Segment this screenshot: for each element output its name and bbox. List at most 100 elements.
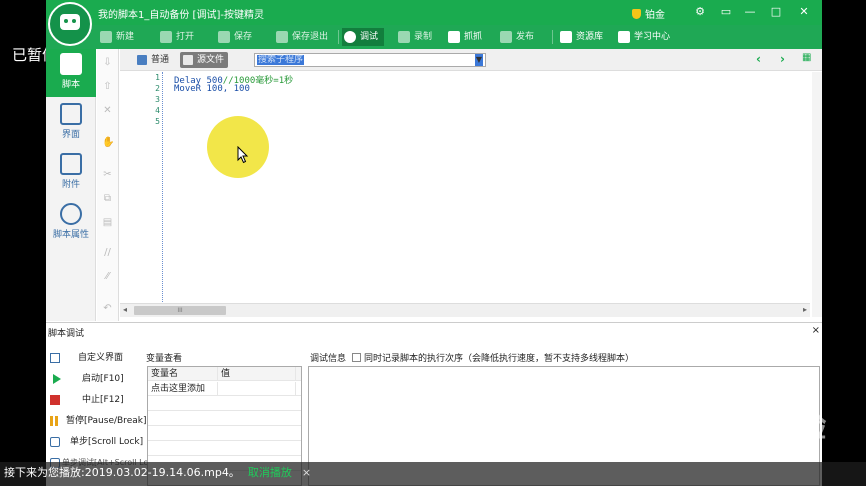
publish-button[interactable]: 发布 xyxy=(498,28,534,46)
subroutine-select[interactable]: 搜索子程序 ▼ xyxy=(254,53,486,67)
shield-icon xyxy=(632,9,641,19)
library-button[interactable]: 资源库 xyxy=(558,28,603,46)
toolbar-divider xyxy=(338,30,339,44)
record-order-checkbox[interactable] xyxy=(352,353,362,362)
chevron-down-icon: ▼ xyxy=(474,54,483,66)
normal-mode-tab[interactable]: 普通 xyxy=(134,52,173,68)
left-nav: 脚本 界面 附件 脚本属性 xyxy=(46,49,96,321)
save-button[interactable]: 保存 xyxy=(216,28,252,46)
capture-icon xyxy=(448,31,460,43)
next-video-bar: 接下来为您播放:2019.03.02-19.14.06.mp4。 取消播放 × xyxy=(0,462,866,486)
start-button[interactable]: 启动[F10] xyxy=(48,370,140,388)
nav-item-properties[interactable]: 脚本属性 xyxy=(46,199,96,247)
debug-button[interactable]: 调试 xyxy=(342,28,385,46)
fold-guide xyxy=(162,72,163,302)
record-button[interactable]: 录制 xyxy=(396,28,432,46)
scroll-left-icon[interactable]: ◂ xyxy=(123,305,127,314)
undo-icon[interactable]: ↶ xyxy=(102,303,113,314)
camera-icon xyxy=(398,31,410,43)
maximize-button[interactable]: □ xyxy=(768,4,784,20)
code-editor[interactable]: Delay 500//1000毫秒=1秒 MoveR 100, 100 xyxy=(174,72,794,302)
next-arrow-icon[interactable]: › xyxy=(780,52,785,66)
editor-header: 普通 源文件 搜索子程序 ▼ ‹ › ▦ xyxy=(120,49,822,71)
close-icon[interactable]: × xyxy=(302,466,311,479)
table-row xyxy=(148,397,301,411)
custom-ui-button[interactable]: 自定义界面 xyxy=(48,349,140,367)
pause-icon xyxy=(50,416,58,426)
save-exit-button[interactable]: 保存退出 xyxy=(274,28,328,46)
attachment-icon xyxy=(60,153,82,175)
step-button[interactable]: 单步[Scroll Lock] xyxy=(48,433,143,451)
cut-icon[interactable]: ✂ xyxy=(102,169,113,180)
scroll-thumb[interactable]: III xyxy=(134,306,226,315)
library-icon xyxy=(560,31,572,43)
plus-icon xyxy=(100,31,112,43)
line-number-gutter: 1 2 3 4 5 xyxy=(120,72,162,302)
robot-face-icon xyxy=(60,14,80,30)
folder-icon xyxy=(160,31,172,43)
open-button[interactable]: 打开 xyxy=(158,28,194,46)
window-title: 我的脚本1_自动备份 [调试]-按键精灵 xyxy=(98,10,264,21)
column-header: 值 xyxy=(218,367,296,381)
source-mode-tab[interactable]: 源文件 xyxy=(180,52,229,68)
vip-badge[interactable]: 铂金 xyxy=(632,6,665,21)
nav-item-ui[interactable]: 界面 xyxy=(46,99,96,147)
vip-label: 铂金 xyxy=(645,10,665,21)
horizontal-scrollbar[interactable]: ◂ III ▸ xyxy=(120,303,810,317)
previous-arrow-icon[interactable]: ‹ xyxy=(756,52,761,66)
pause-button[interactable]: 暂停[Pause/Break] xyxy=(48,412,146,430)
vertical-scrollbar[interactable] xyxy=(812,72,822,317)
stop-icon xyxy=(50,395,60,405)
table-header-row: 变量名 值 xyxy=(148,367,301,381)
debug-close-icon[interactable]: × xyxy=(812,325,820,336)
debug-info-label: 调试信息 xyxy=(310,354,347,364)
command-tool-strip: ⇩ ⇧ ✕ ✋ ✂ ⧉ ▤ // ⁄⁄ ↶ xyxy=(97,49,119,321)
grid-view-icon[interactable]: ▦ xyxy=(802,52,811,63)
learn-center-button[interactable]: 学习中心 xyxy=(616,28,670,46)
delete-icon[interactable]: ✕ xyxy=(102,105,113,116)
settings-icon[interactable]: ⚙ xyxy=(692,4,708,20)
info-icon xyxy=(60,203,82,225)
video-frame: 已暂停 我的脚本1_自动备份 [调试]-按键精灵 铂金 ⚙ ▭ — □ ✕ 新建… xyxy=(0,0,866,486)
normal-mode-icon xyxy=(137,55,147,65)
publish-icon xyxy=(500,31,512,43)
move-up-icon[interactable]: ⇧ xyxy=(102,81,113,92)
save-exit-icon xyxy=(276,31,288,43)
paste-icon[interactable]: ▤ xyxy=(102,217,113,228)
title-bar: 我的脚本1_自动备份 [调试]-按键精灵 铂金 ⚙ ▭ — □ ✕ xyxy=(46,0,822,25)
cancel-play-link[interactable]: 取消播放 xyxy=(248,466,292,479)
uncomment-icon[interactable]: ⁄⁄ xyxy=(102,271,113,282)
main-toolbar: 新建 打开 保存 保存退出 调试 录制 抓抓 发布 资源库 学习中心 xyxy=(46,25,822,49)
debug-panel-title: 脚本调试 xyxy=(48,329,85,339)
comment-icon[interactable]: // xyxy=(102,247,113,258)
new-button[interactable]: 新建 xyxy=(98,28,134,46)
capture-button[interactable]: 抓抓 xyxy=(446,28,482,46)
variable-view-label: 变量查看 xyxy=(146,354,183,364)
table-row xyxy=(148,427,301,441)
debug-info-header: 调试信息 同时记录脚本的执行次序（会降低执行速度，暂不支持多线程脚本） xyxy=(310,351,634,364)
hand-icon[interactable]: ✋ xyxy=(102,137,114,148)
add-variable-cell[interactable]: 点击这里添加 xyxy=(148,382,218,396)
start-icon xyxy=(53,374,61,384)
minimize-button[interactable]: — xyxy=(742,4,758,20)
nav-item-attachment[interactable]: 附件 xyxy=(46,149,96,197)
toolbar-divider xyxy=(552,30,553,44)
table-row[interactable]: 点击这里添加 xyxy=(148,382,301,396)
stop-button[interactable]: 中止[F12] xyxy=(48,391,140,409)
watermark-url: jingyan.baidu.com xyxy=(664,444,775,458)
move-down-icon[interactable]: ⇩ xyxy=(102,57,113,68)
skin-icon[interactable]: ▭ xyxy=(718,4,734,20)
baidu-watermark: Baidu经验 xyxy=(664,410,828,445)
table-row xyxy=(148,442,301,456)
column-header: 变量名 xyxy=(148,367,218,381)
copy-icon[interactable]: ⧉ xyxy=(102,193,113,204)
learn-icon xyxy=(618,31,630,43)
value-cell[interactable] xyxy=(218,382,296,396)
step-icon xyxy=(50,437,60,447)
close-button[interactable]: ✕ xyxy=(796,4,812,20)
next-playing-text: 接下来为您播放:2019.03.02-19.14.06.mp4。 xyxy=(4,466,240,479)
nav-item-script[interactable]: 脚本 xyxy=(46,49,96,97)
record-order-label: 同时记录脚本的执行次序（会降低执行速度，暂不支持多线程脚本） xyxy=(364,354,635,364)
line-number: 2 xyxy=(155,84,160,93)
scroll-right-icon[interactable]: ▸ xyxy=(803,305,807,314)
